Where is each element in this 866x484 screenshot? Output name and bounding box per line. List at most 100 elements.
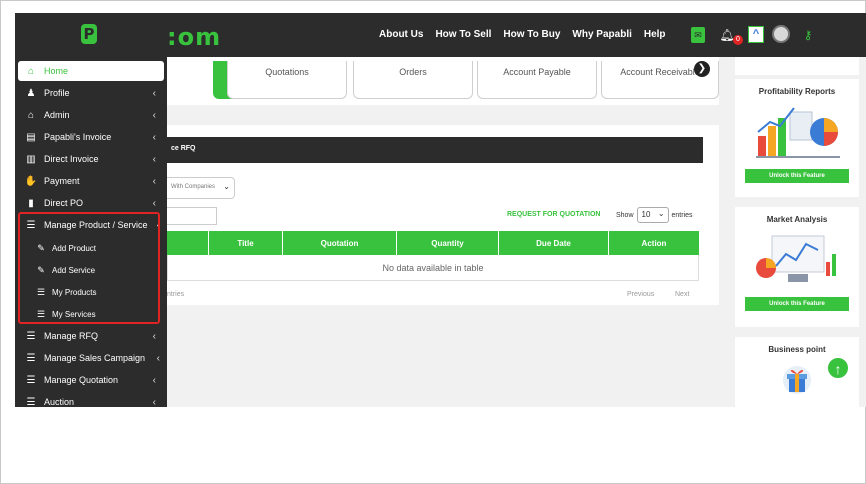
nav-how-to-buy[interactable]: How To Buy — [503, 29, 560, 40]
user-icon: ♟ — [26, 87, 36, 99]
right-feature-column: Profitability Reports Unlock this Featur… — [735, 57, 866, 407]
feature-card-top — [735, 57, 859, 75]
file-icon: ▮ — [28, 197, 34, 209]
table-search-input[interactable] — [167, 207, 217, 225]
logo-domain-text[interactable]: :om — [167, 23, 221, 51]
column-header-quantity[interactable]: Quantity — [397, 231, 499, 255]
avatar[interactable] — [772, 25, 790, 43]
list-icon: ☰ — [26, 374, 36, 386]
nav-about-us[interactable]: About Us — [379, 29, 423, 40]
chevron-left-icon: ‹ — [152, 131, 156, 143]
profitability-card: Profitability Reports Unlock this Featur… — [735, 79, 859, 197]
empty-table-message: No data available in table — [167, 255, 699, 281]
column-header-quotation[interactable]: Quotation — [283, 231, 397, 255]
nav-how-to-sell[interactable]: How To Sell — [435, 29, 491, 40]
chevron-down-icon: ⌄ — [223, 182, 230, 191]
chevron-down-icon: ⌄ — [657, 209, 665, 218]
sidebar-subitem-add-service[interactable]: ✎ Add Service — [18, 260, 164, 280]
sidebar-item-manage-product-service[interactable]: ☰ Manage Product / Service ‹ — [18, 215, 164, 235]
logo-icon[interactable]: P — [81, 24, 97, 44]
document-icon: ▥ — [26, 153, 36, 165]
sidebar-item-label: Manage Product / Service — [44, 220, 148, 230]
sidebar-item-label: My Services — [52, 309, 96, 319]
tab-quotations[interactable]: Quotations — [227, 61, 347, 99]
edit-icon: ✎ — [37, 264, 45, 275]
unlock-feature-button[interactable]: Unlock this Feature — [745, 169, 849, 183]
sidebar-item-label: Manage Quotation — [44, 375, 119, 385]
sidebar-item-label: Manage RFQ — [44, 331, 99, 341]
previous-button[interactable]: Previous — [627, 291, 654, 298]
dashboard-tabs: Quotations Orders Account Payable Accoun… — [167, 57, 719, 105]
scroll-to-top-icon[interactable]: ↑ — [827, 357, 849, 379]
sidebar-item-direct-po[interactable]: ▮ Direct PO ‹ — [18, 193, 164, 213]
column-header-due-date[interactable]: Due Date — [499, 231, 609, 255]
sidebar-item-direct-invoice[interactable]: ▥ Direct Invoice ‹ — [18, 149, 164, 169]
sidebar-item-label: My Products — [52, 287, 97, 297]
business-point-title: Business point — [768, 345, 826, 354]
sidebar-item-label: Direct PO — [44, 198, 84, 208]
entries-label: entries — [671, 211, 693, 219]
sidebar-item-admin[interactable]: ⌂ Admin ‹ — [18, 105, 164, 125]
column-header[interactable] — [167, 231, 209, 255]
page-size-select[interactable]: 10 ⌄ — [636, 207, 669, 223]
chevron-left-icon: ‹ — [152, 374, 156, 386]
sidebar-subitem-add-product[interactable]: ✎ Add Product — [18, 238, 164, 258]
chevron-right-icon[interactable]: ❯ — [694, 61, 710, 77]
sidebar-item-label: Direct Invoice — [44, 154, 99, 164]
nav-why-papabli[interactable]: Why Papabli — [572, 29, 631, 40]
column-header-action[interactable]: Action — [609, 231, 699, 255]
sidebar-item-label: Payment — [44, 176, 80, 186]
sidebar-item-manage-sales-campaign[interactable]: ☰ Manage Sales Campaign ‹ — [18, 348, 164, 368]
profitability-title: Profitability Reports — [758, 87, 836, 96]
chevron-left-icon: ‹ — [152, 87, 156, 99]
sidebar-item-manage-quotation[interactable]: ☰ Manage Quotation ‹ — [18, 370, 164, 390]
rfq-table: Title Quotation Quantity Due Date Action… — [167, 231, 699, 281]
show-label: Show — [616, 211, 634, 219]
rfq-panel: ce RFQ With Companies ⌄ REQUEST FOR QUOT… — [167, 125, 719, 305]
payment-icon: ✋ — [24, 175, 38, 187]
request-quotation-link[interactable]: REQUEST FOR QUOTATION — [507, 211, 600, 218]
sidebar-item-payment[interactable]: ✋ Payment ‹ — [18, 171, 164, 191]
tab-account-payable[interactable]: Account Payable — [477, 61, 597, 99]
chevron-left-icon: ‹ — [152, 396, 156, 408]
page-size-control: Show 10 ⌄ entries — [616, 207, 693, 223]
next-button[interactable]: Next — [675, 291, 689, 298]
mail-icon[interactable]: ✉ — [691, 27, 705, 43]
app-window: P :om About Us How To Sell How To Buy Wh… — [15, 13, 866, 407]
unlock-feature-button[interactable]: Unlock this Feature — [745, 297, 849, 311]
list-icon: ☰ — [26, 330, 36, 342]
admin-home-icon: ⌂ — [27, 109, 35, 121]
notification-badge: 0 — [733, 35, 743, 45]
market-analysis-title: Market Analysis — [766, 215, 828, 224]
chevron-left-icon: ‹ — [152, 197, 156, 209]
market-analysis-card: Market Analysis Unlock this Feature — [735, 207, 859, 327]
sidebar-item-auction[interactable]: ☰ Auction ‹ — [18, 392, 164, 408]
sidebar-item-label: Profile — [44, 88, 70, 98]
nav-help[interactable]: Help — [644, 29, 666, 40]
home-icon: ⌂ — [27, 65, 35, 77]
profitability-chart-icon — [756, 107, 840, 158]
sidebar-item-label: Papabli's Invoice — [44, 132, 112, 142]
list-icon: ☰ — [26, 396, 36, 408]
company-select-value: With Companies — [171, 184, 216, 190]
list-icon: ☰ — [26, 219, 36, 231]
chevron-left-icon: ‹ — [156, 352, 160, 364]
top-nav-links: About Us How To Sell How To Buy Why Papa… — [379, 29, 666, 40]
sidebar-item-home[interactable]: ⌂ Home — [18, 61, 164, 81]
sidebar-item-manage-rfq[interactable]: ☰ Manage RFQ ‹ — [18, 326, 164, 346]
sidebar-item-profile[interactable]: ♟ Profile ‹ — [18, 83, 164, 103]
column-header-title[interactable]: Title — [209, 231, 283, 255]
chevron-left-icon: ‹ — [156, 219, 160, 231]
sidebar: ⌂ Home ♟ Profile ‹ ⌂ Admin ‹ ▤ Papabli's… — [15, 57, 167, 407]
company-select[interactable]: With Companies ⌄ — [167, 177, 235, 199]
sidebar-item-label: Auction — [44, 397, 75, 407]
bell-icon[interactable]: 🔔︎ — [719, 27, 734, 43]
caret-up-icon[interactable]: ^ — [748, 26, 764, 43]
list-icon: ☰ — [26, 352, 36, 364]
tab-orders[interactable]: Orders — [353, 61, 473, 99]
sidebar-subitem-my-services[interactable]: ☰ My Services — [18, 304, 164, 324]
sidebar-subitem-my-products[interactable]: ☰ My Products — [18, 282, 164, 302]
sidebar-item-papablis-invoice[interactable]: ▤ Papabli's Invoice ‹ — [18, 127, 164, 147]
key-icon[interactable]: ⚷ — [801, 27, 815, 43]
sidebar-item-label: Add Product — [52, 243, 97, 253]
